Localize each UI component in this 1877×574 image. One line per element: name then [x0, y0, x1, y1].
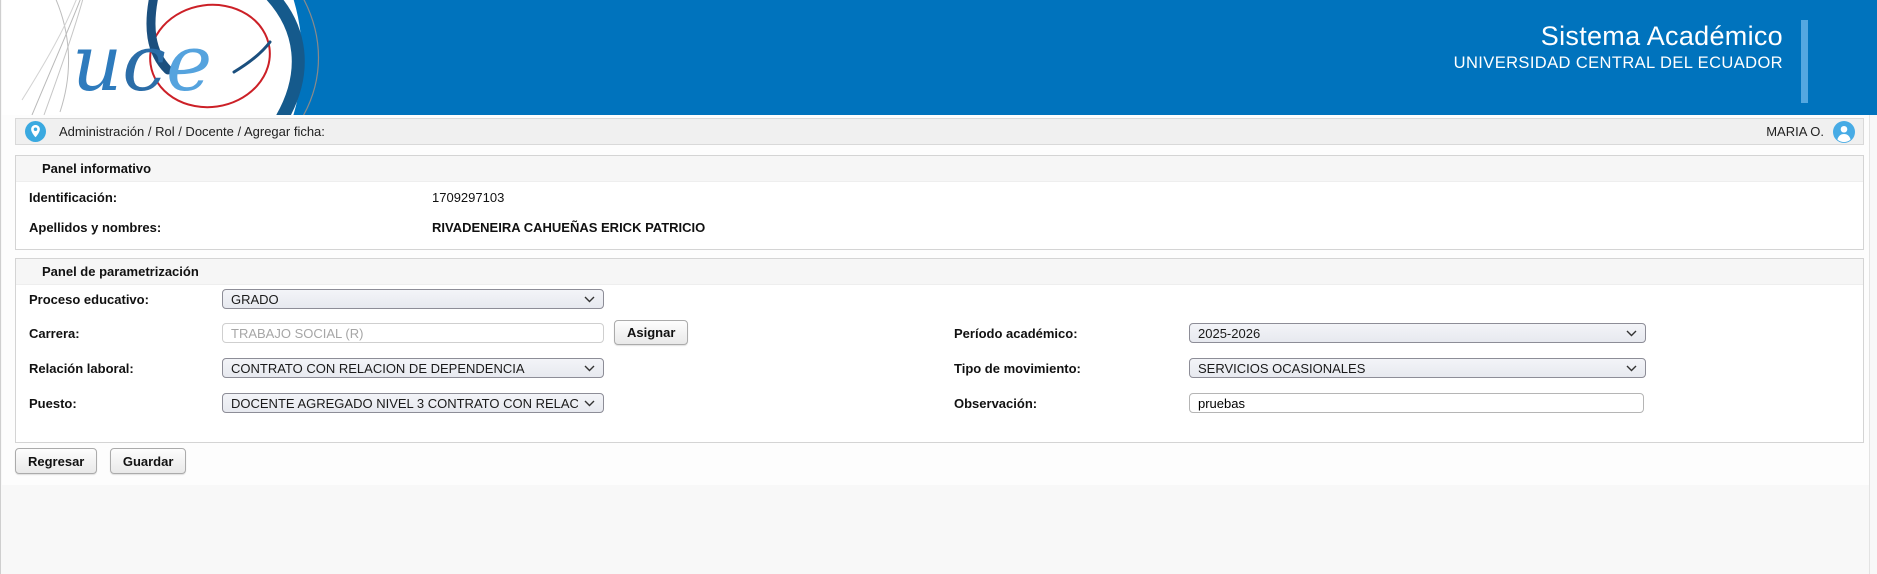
identificacion-value: 1709297103 [432, 190, 505, 205]
relacion-laboral-value: CONTRATO CON RELACION DE DEPENDENCIA [231, 360, 525, 376]
puesto-value: DOCENTE AGREGADO NIVEL 3 CONTRATO CON RE… [231, 395, 578, 411]
periodo-academico-value: 2025-2026 [1198, 325, 1261, 341]
chevron-down-icon [584, 296, 595, 302]
chevron-down-icon [1626, 330, 1637, 336]
app-subtitle: UNIVERSIDAD CENTRAL DEL ECUADOR [1453, 54, 1783, 72]
bottom-background [2, 485, 1870, 574]
panel-informativo-title: Panel informativo [16, 156, 1863, 182]
carrera-label: Carrera: [29, 326, 80, 341]
guardar-button[interactable]: Guardar [109, 448, 187, 474]
panel-parametrizacion-title: Panel de parametrización [16, 259, 1863, 285]
tipo-movimiento-select[interactable]: SERVICIOS OCASIONALES [1189, 358, 1646, 378]
apellidos-nombres-value: RIVADENEIRA CAHUEÑAS ERICK PATRICIO [432, 220, 706, 235]
app-title: Sistema Académico [1540, 21, 1783, 51]
puesto-label: Puesto: [29, 396, 77, 411]
panel-informativo: Panel informativo Identificación: 170929… [15, 155, 1864, 250]
chevron-down-icon [1626, 365, 1637, 371]
asignar-button[interactable]: Asignar [614, 320, 689, 345]
tipo-movimiento-label: Tipo de movimiento: [954, 361, 1081, 376]
observacion-input[interactable] [1189, 393, 1644, 413]
proceso-educativo-label: Proceso educativo: [29, 292, 149, 307]
periodo-academico-select[interactable]: 2025-2026 [1189, 323, 1646, 343]
tipo-movimiento-value: SERVICIOS OCASIONALES [1198, 360, 1366, 376]
user-name[interactable]: MARIA O. [1766, 124, 1824, 139]
header-accent-bar [1801, 20, 1808, 103]
periodo-academico-label: Período académico: [954, 326, 1078, 341]
panel-parametrizacion: Panel de parametrización Proceso educati… [15, 258, 1864, 443]
identificacion-label: Identificación: [29, 190, 118, 205]
uce-logo: uce [1, 0, 332, 262]
uce-logo-icon: uce [1, 0, 320, 262]
uce-logo-text: uce [72, 19, 212, 109]
app-header: uce Sistema Académico UNIVERSIDAD CENTRA… [1, 0, 1877, 262]
apellidos-nombres-label: Apellidos y nombres: [29, 220, 162, 235]
observacion-label: Observación: [954, 396, 1038, 411]
puesto-select[interactable]: DOCENTE AGREGADO NIVEL 3 CONTRATO CON RE… [222, 393, 604, 413]
carrera-input [222, 323, 604, 343]
chevron-down-icon [584, 365, 595, 371]
page: uce Sistema Académico UNIVERSIDAD CENTRA… [0, 0, 1877, 574]
relacion-laboral-select[interactable]: CONTRATO CON RELACION DE DEPENDENCIA [222, 358, 604, 378]
proceso-educativo-value: GRADO [231, 291, 279, 307]
actions-bar: Regresar Guardar [15, 448, 194, 474]
proceso-educativo-select[interactable]: GRADO [222, 289, 604, 309]
breadcrumb-bar: Administración / Rol / Docente / Agregar… [15, 118, 1864, 145]
header-titles: Sistema Académico UNIVERSIDAD CENTRAL DE… [1454, 20, 1783, 74]
chevron-down-icon [584, 400, 595, 406]
regresar-button[interactable]: Regresar [15, 448, 98, 474]
user-avatar-icon[interactable] [1833, 120, 1855, 143]
breadcrumb: Administración / Rol / Docente / Agregar… [59, 124, 325, 139]
relacion-laboral-label: Relación laboral: [29, 361, 134, 376]
location-pin-icon [25, 121, 46, 142]
